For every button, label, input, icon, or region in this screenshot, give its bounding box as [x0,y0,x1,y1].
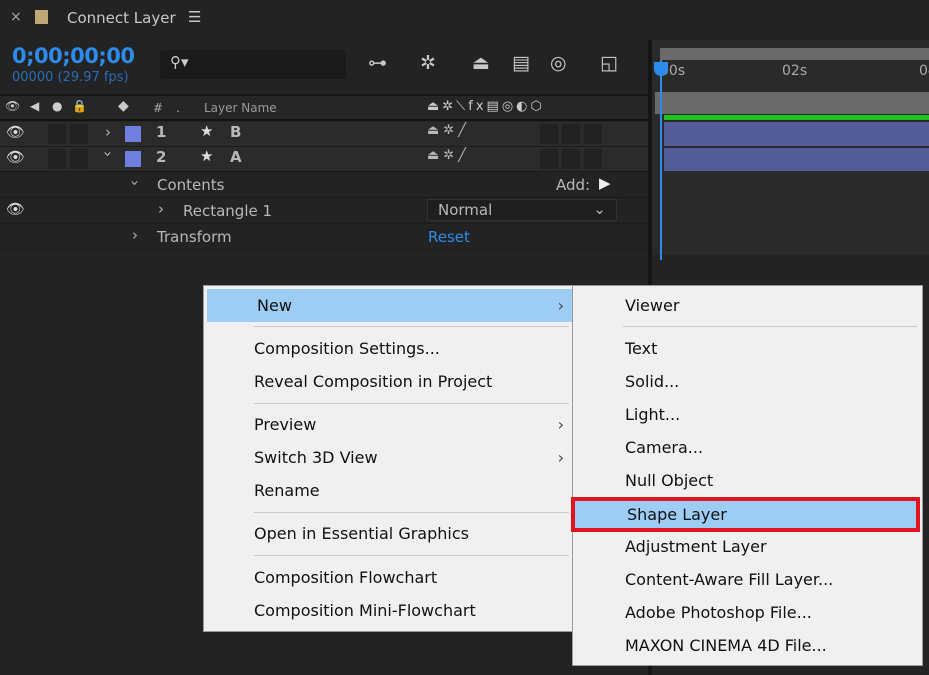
collapse-chevron-icon[interactable]: › [126,180,144,186]
chevron-right-icon: › [557,296,564,315]
blend-mode-value: Normal [438,201,493,219]
tick-label: 02s [782,63,808,79]
label-icon[interactable]: ◆ [118,98,129,114]
number-column: # [153,101,164,115]
solo-icon[interactable]: ● [52,99,62,113]
collapse-chevron-icon[interactable]: › [99,151,117,157]
menu-item-rename[interactable]: Rename [204,474,572,507]
chevron-down-icon: ⌄ [593,200,606,218]
chevron-right-icon: › [557,448,564,467]
layer-name[interactable]: A [230,148,242,166]
expand-chevron-icon[interactable]: › [105,123,111,141]
layer-bar-b[interactable] [664,122,929,146]
layer-column-header: 👁 ◀ ● 🔒 ◆ # . Layer Name ⏏✲⟍fx▤◎◐⬡ [0,94,648,121]
reset-link[interactable]: Reset [428,228,470,246]
layer-row[interactable]: 👁 › 1 ★ B ⏏✲╱ [0,122,648,147]
switches-icons: ⏏✲⟍fx▤◎◐⬡ [427,99,545,114]
new-submenu: Viewer Text Solid... Light... Camera... … [571,285,923,666]
menu-item-composition-settings[interactable]: Composition Settings... [204,332,572,365]
frame-blending-icon[interactable]: ▤ [512,52,530,74]
layer-bar-a[interactable] [664,148,929,171]
menu-item-light[interactable]: Light... [573,398,922,431]
visibility-icon[interactable]: 👁 [6,123,25,141]
star-icon: ★ [200,122,214,140]
label-color[interactable] [125,126,141,142]
layer-number: 1 [156,123,167,141]
menu-item-solid[interactable]: Solid... [573,365,922,398]
menu-item-cinema4d-file[interactable]: MAXON CINEMA 4D File... [573,629,922,662]
transform-row[interactable]: › Transform Reset [0,224,648,250]
audio-icon[interactable]: ◀ [30,99,39,113]
search-icon: ⚲▾ [170,53,189,71]
close-button[interactable]: × [10,9,22,25]
menu-item-adjustment-layer[interactable]: Adjustment Layer [573,530,922,563]
timeline-area[interactable]: 00s 02s 04s [652,40,929,260]
lock-icon[interactable]: 🔒 [72,99,87,113]
layer-name-column[interactable]: Layer Name [204,101,277,115]
chevron-right-icon: › [557,415,564,434]
menu-item-new[interactable]: New › [207,289,572,322]
work-area-bar[interactable] [655,92,929,114]
current-time[interactable]: 0;00;00;00 [12,44,135,68]
layer-name[interactable]: B [230,123,241,141]
visibility-icon[interactable]: 👁 [6,148,25,166]
tick-label: 04s [919,63,929,79]
menu-item-composition-flowchart[interactable]: Composition Flowchart [204,561,572,594]
dot-column: . [176,101,180,115]
menu-item-preview[interactable]: Preview › [204,408,572,441]
motion-blur-icon[interactable]: ◎ [550,52,567,74]
expand-chevron-icon[interactable]: › [132,226,138,244]
panel-tab[interactable]: × Connect Layer ☰ [0,0,929,38]
menu-item-photoshop-file[interactable]: Adobe Photoshop File... [573,596,922,629]
layer-switches[interactable]: ⏏✲╱ [427,148,470,163]
rectangle-row[interactable]: 👁 › Rectangle 1 Normal ⌄ [0,198,648,224]
expand-chevron-icon[interactable]: › [158,200,164,218]
frame-count: 00000 (29.97 fps) [12,70,129,85]
layer-search-input[interactable]: ⚲▾ [160,50,346,79]
comp-color-swatch [35,10,48,24]
menu-item-null-object[interactable]: Null Object [573,464,922,497]
menu-item-text[interactable]: Text [573,332,922,365]
add-label: Add: [556,176,591,194]
visibility-icon[interactable]: 👁 [6,200,25,218]
playhead-handle[interactable] [654,62,668,76]
panel-menu-icon[interactable]: ☰ [188,8,201,26]
layer-row[interactable]: 👁 › 2 ★ A ⏏✲╱ [0,147,648,172]
blend-mode-select[interactable]: Normal ⌄ [427,199,617,221]
star-icon: ★ [200,147,214,165]
menu-item-switch-3d-view[interactable]: Switch 3D View › [204,441,572,474]
playhead[interactable] [660,60,662,260]
shy-layers-icon[interactable]: ⏏ [472,52,490,74]
work-area-indicator [664,115,929,120]
contents-label: Contents [157,176,225,194]
visibility-icon[interactable]: 👁 [5,99,20,113]
contents-row[interactable]: › Contents Add: ▶ [0,173,648,198]
transform-label: Transform [157,228,232,246]
rectangle-label[interactable]: Rectangle 1 [183,202,272,220]
layer-switches[interactable]: ⏏✲╱ [427,123,470,138]
add-play-icon[interactable]: ▶ [599,174,611,192]
menu-item-content-aware-fill[interactable]: Content-Aware Fill Layer... [573,563,922,596]
panel-title: Connect Layer [67,9,176,27]
graph-editor-icon[interactable]: ◱ [600,52,618,74]
menu-item-essential-graphics[interactable]: Open in Essential Graphics [204,517,572,550]
draft-3d-icon[interactable]: ✲ [420,52,436,74]
label-color[interactable] [125,151,141,167]
menu-item-camera[interactable]: Camera... [573,431,922,464]
context-menu: New › Composition Settings... Reveal Comp… [203,285,573,632]
menu-item-reveal-composition[interactable]: Reveal Composition in Project [204,365,572,398]
menu-item-mini-flowchart[interactable]: Composition Mini-Flowchart [204,594,572,627]
menu-item-shape-layer[interactable]: Shape Layer [571,497,920,532]
time-navigator[interactable] [660,48,929,60]
layer-number: 2 [156,148,167,166]
menu-item-viewer[interactable]: Viewer [573,289,922,322]
comp-flowchart-icon[interactable]: ⊶ [368,52,387,74]
